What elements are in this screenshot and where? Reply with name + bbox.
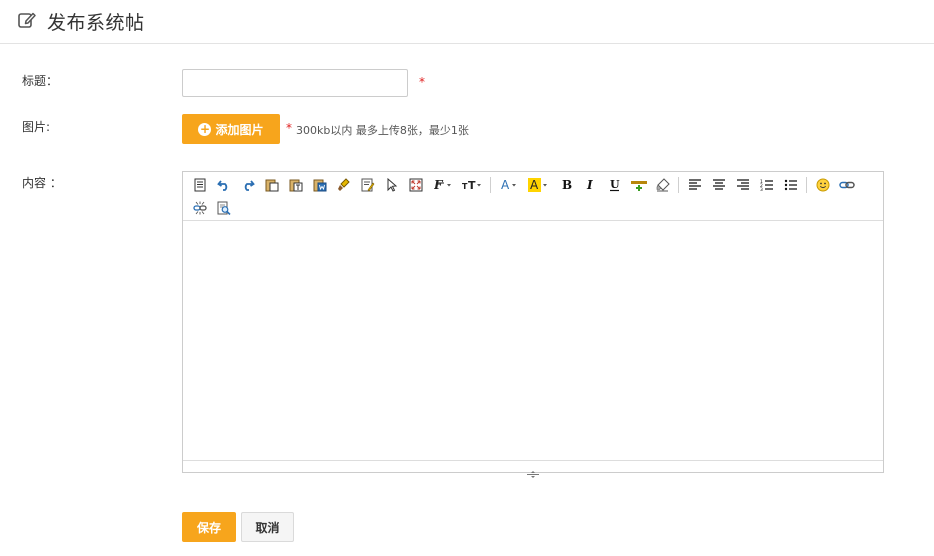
redo-icon[interactable] bbox=[239, 176, 257, 194]
paste-word-icon[interactable] bbox=[311, 176, 329, 194]
svg-text:T: T bbox=[468, 179, 476, 192]
underline-icon[interactable]: U bbox=[606, 176, 624, 194]
svg-text:A: A bbox=[501, 178, 510, 192]
page-title: 发布系统帖 bbox=[47, 12, 145, 34]
cancel-button[interactable]: 取消 bbox=[241, 512, 294, 542]
paste-text-icon[interactable] bbox=[287, 176, 305, 194]
editor-toolbar: F TT A A B I U 1 2 3 bbox=[183, 172, 883, 221]
title-required-mark: * bbox=[419, 75, 425, 89]
link-icon[interactable] bbox=[838, 176, 856, 194]
highlight-color-icon[interactable]: A bbox=[527, 176, 551, 194]
svg-text:U: U bbox=[610, 178, 620, 191]
align-center-icon[interactable] bbox=[710, 176, 728, 194]
resize-grip-icon bbox=[526, 463, 540, 478]
font-family-icon[interactable]: F bbox=[433, 176, 455, 194]
title-input[interactable] bbox=[182, 69, 408, 97]
insert-hr-icon[interactable] bbox=[630, 176, 648, 194]
svg-text:I: I bbox=[586, 178, 593, 192]
editor-content-area[interactable] bbox=[183, 221, 883, 461]
emoticon-icon[interactable] bbox=[814, 176, 832, 194]
image-hint: 300kb以内 最多上传8张，最少1张 bbox=[296, 124, 469, 137]
svg-text:B: B bbox=[562, 178, 572, 192]
toolbar-separator bbox=[490, 177, 491, 193]
preview-icon[interactable] bbox=[215, 199, 233, 217]
paste-icon[interactable] bbox=[263, 176, 281, 194]
align-left-icon[interactable] bbox=[686, 176, 704, 194]
bold-icon[interactable]: B bbox=[558, 176, 576, 194]
fullscreen-icon[interactable] bbox=[407, 176, 425, 194]
select-all-icon[interactable] bbox=[383, 176, 401, 194]
format-clear-brush-icon[interactable] bbox=[335, 176, 353, 194]
source-icon[interactable] bbox=[191, 176, 209, 194]
image-required-mark: * bbox=[286, 121, 292, 135]
font-size-icon[interactable]: TT bbox=[461, 176, 485, 194]
add-image-button[interactable]: + 添加图片 bbox=[182, 114, 280, 144]
plus-circle-icon: + bbox=[198, 121, 212, 136]
editor-resize-handle[interactable] bbox=[183, 460, 883, 478]
svg-text:F: F bbox=[434, 178, 444, 192]
toolbar-separator bbox=[806, 177, 807, 193]
image-label: 图片: bbox=[22, 120, 51, 134]
rich-text-editor: F TT A A B I U 1 2 3 bbox=[182, 171, 884, 478]
svg-text:A: A bbox=[530, 178, 539, 192]
unordered-list-icon[interactable] bbox=[782, 176, 800, 194]
align-right-icon[interactable] bbox=[734, 176, 752, 194]
remove-format-icon[interactable] bbox=[654, 176, 672, 194]
page-header: 发布系统帖 bbox=[0, 0, 934, 44]
toolbar-separator bbox=[678, 177, 679, 193]
italic-icon[interactable]: I bbox=[582, 176, 600, 194]
svg-text:3: 3 bbox=[760, 187, 763, 192]
content-label: 内容 ： bbox=[22, 176, 62, 190]
font-color-icon[interactable]: A bbox=[499, 176, 521, 194]
save-button[interactable]: 保存 bbox=[182, 512, 236, 542]
add-image-label: 添加图片 bbox=[215, 122, 264, 137]
undo-icon[interactable] bbox=[215, 176, 233, 194]
title-label: 标题： bbox=[22, 74, 59, 88]
unlink-icon[interactable] bbox=[191, 199, 209, 217]
ordered-list-icon[interactable]: 123 bbox=[758, 176, 776, 194]
edit-icon bbox=[17, 10, 37, 30]
spellcheck-icon[interactable] bbox=[359, 176, 377, 194]
